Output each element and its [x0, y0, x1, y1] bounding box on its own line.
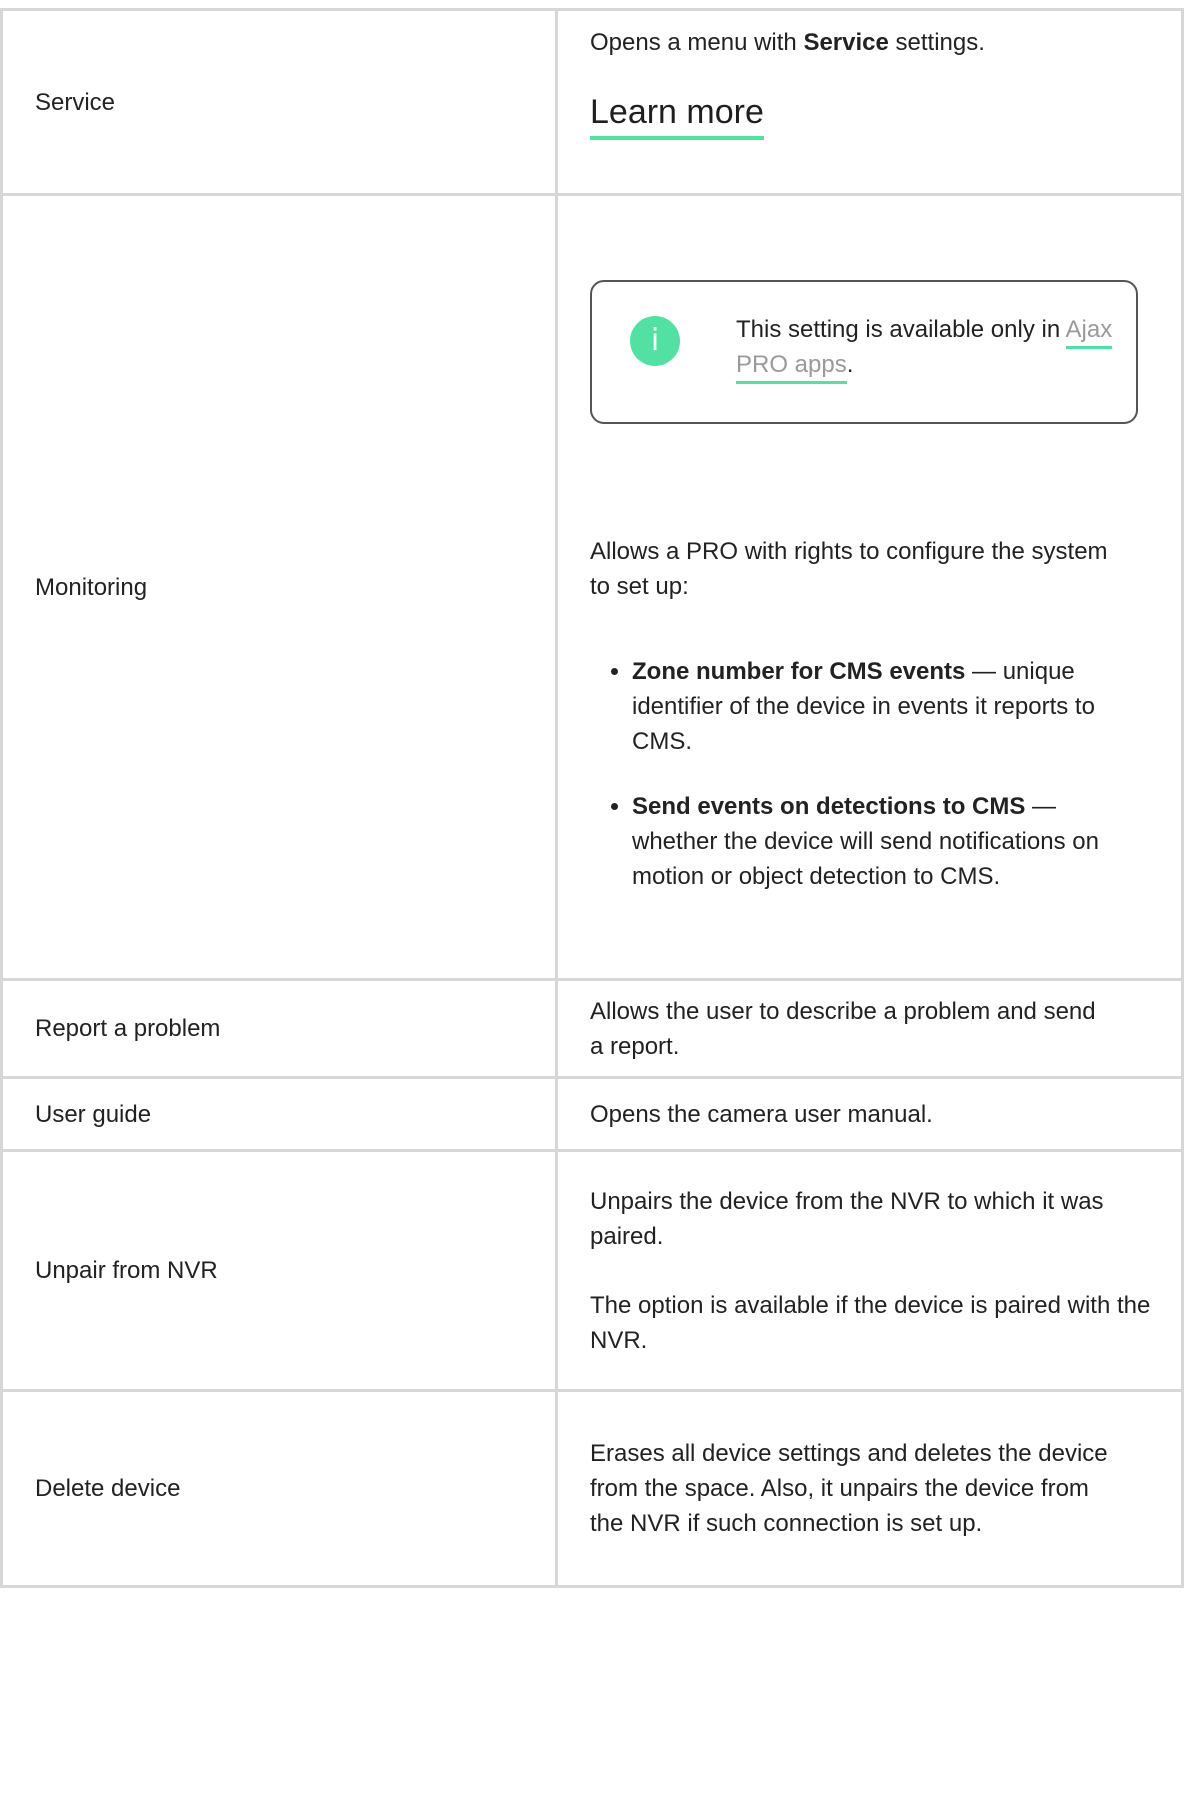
table-row-guide: User guide Opens the camera user manual. [0, 1076, 1184, 1152]
setting-name-cell: Monitoring [0, 193, 558, 981]
guide-description: Opens the camera user manual. [590, 1100, 933, 1128]
setting-description-cell: i This setting is available only in Ajax… [555, 193, 1184, 981]
table-row-unpair: Unpair from NVR Unpairs the device from … [0, 1149, 1184, 1392]
info-icon: i [630, 316, 680, 366]
info-callout: i This setting is available only in Ajax… [590, 280, 1138, 424]
delete-description: Erases all device settings and deletes t… [590, 1440, 1108, 1537]
list-item: Send events on detections to CMS — wheth… [632, 789, 1122, 894]
setting-description-cell: Erases all device settings and deletes t… [555, 1389, 1184, 1588]
setting-name: User guide [35, 1100, 152, 1128]
unpair-availability-note: The option is available if the device is… [590, 1291, 1151, 1354]
settings-table: Service Opens a menu with Service settin… [0, 8, 1184, 1588]
setting-name: Delete device [35, 1475, 181, 1502]
table-row-monitoring: Monitoring i This setting is available o… [0, 193, 1184, 981]
setting-name-cell: User guide [0, 1076, 558, 1152]
table-row-service: Service Opens a menu with Service settin… [0, 8, 1184, 196]
monitoring-intro: Allows a PRO with rights to configure th… [590, 538, 1108, 600]
setting-name-cell: Report a problem [0, 978, 558, 1079]
setting-name-cell: Delete device [0, 1389, 558, 1588]
list-item: Zone number for CMS events — unique iden… [632, 654, 1122, 759]
service-description: Opens a menu with Service settings. [590, 29, 985, 56]
setting-name: Report a problem [35, 1015, 221, 1042]
table-row-delete: Delete device Erases all device settings… [0, 1389, 1184, 1588]
setting-name: Monitoring [35, 573, 148, 601]
report-description: Allows the user to describe a problem an… [590, 997, 1096, 1060]
setting-description-cell: Unpairs the device from the NVR to which… [555, 1149, 1184, 1392]
setting-description-cell: Allows the user to describe a problem an… [555, 978, 1184, 1079]
table-row-report: Report a problem Allows the user to desc… [0, 978, 1184, 1079]
unpair-description: Unpairs the device from the NVR to which… [590, 1187, 1104, 1250]
setting-description-cell: Opens the camera user manual. [555, 1076, 1184, 1152]
learn-more-link[interactable]: Learn more [590, 90, 764, 140]
setting-name-cell: Unpair from NVR [0, 1149, 558, 1392]
service-bold-term: Service [803, 29, 889, 56]
setting-name: Unpair from NVR [35, 1257, 218, 1284]
setting-description-cell: Opens a menu with Service settings. Lear… [555, 8, 1184, 196]
monitoring-bullet-list: Zone number for CMS events — unique iden… [590, 654, 1122, 894]
info-callout-text: This setting is available only in Ajax P… [736, 312, 1116, 384]
setting-name: Service [35, 88, 116, 116]
setting-name-cell: Service [0, 8, 558, 196]
